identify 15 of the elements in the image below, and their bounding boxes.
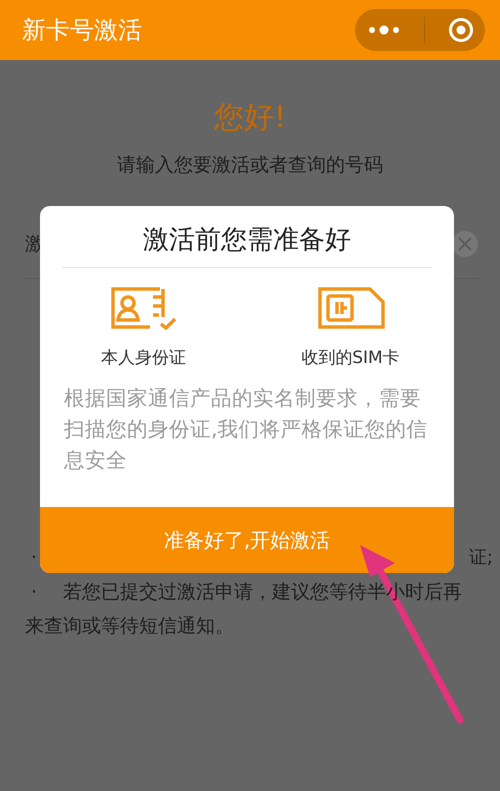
bullet-mark: · (30, 546, 37, 570)
id-card-icon (110, 286, 178, 330)
close-icon[interactable] (448, 17, 474, 43)
requirement-label: 本人身份证 (101, 347, 186, 369)
requirement-label: 收到的SIM卡 (301, 347, 400, 369)
greeting-text: 您好! (212, 99, 288, 137)
start-activation-button[interactable]: 准备好了,开始激活 (40, 507, 454, 573)
prompt-text: 请输入您要激活或者查询的号码 (116, 153, 384, 178)
page-title: 新卡号激活 (22, 15, 142, 46)
more-icon[interactable] (366, 24, 400, 36)
note-text: 证; (468, 546, 493, 570)
clear-icon[interactable] (451, 230, 479, 258)
description-text: 根据国家通信产品的实名制要求，需要扫描您的身份证,我们将严格保证您的信息安全 (64, 385, 429, 474)
dialog-title: 激活前您需准备好 (62, 222, 432, 268)
sim-card-icon (316, 286, 386, 330)
